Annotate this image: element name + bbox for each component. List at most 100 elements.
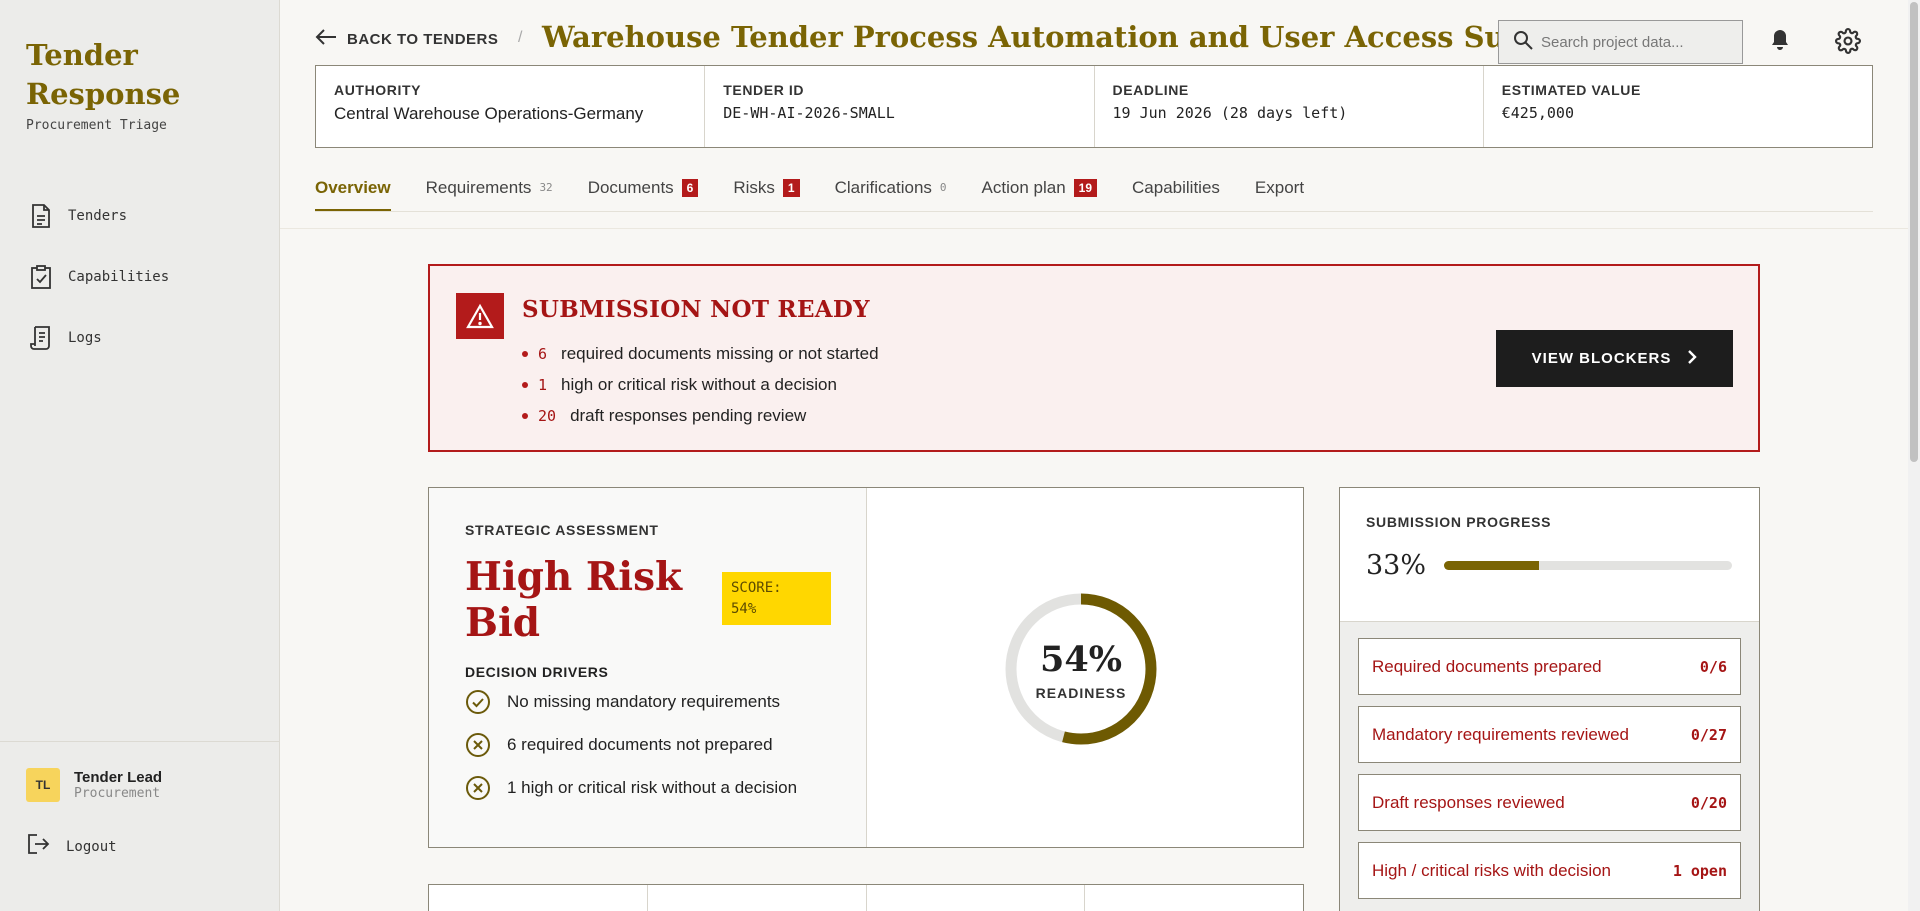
user-profile[interactable]: TL Tender Lead Procurement xyxy=(26,768,254,802)
strategic-assessment-card: STRATEGIC ASSESSMENT High Risk Bid SCORE… xyxy=(428,487,1304,848)
tab-count: 0 xyxy=(939,181,947,194)
meta-label: ESTIMATED VALUE xyxy=(1501,82,1641,98)
sidebar-item-logs[interactable]: Logs xyxy=(26,307,169,368)
progress-percent: 33% xyxy=(1366,550,1427,581)
clipboard-check-icon xyxy=(26,262,56,292)
arrow-left-icon xyxy=(315,28,337,51)
meta-authority: AUTHORITY Central Warehouse Operations-G… xyxy=(316,66,706,147)
chevron-right-icon xyxy=(1687,349,1698,369)
tab-badge: 6 xyxy=(681,179,699,197)
logout-icon xyxy=(26,832,52,861)
assessment-panel: STRATEGIC ASSESSMENT High Risk Bid SCORE… xyxy=(429,488,867,847)
user-name: Tender Lead xyxy=(74,769,163,786)
checklist-label: Required documents prepared xyxy=(1372,656,1602,676)
bullet-icon xyxy=(522,350,528,357)
checklist-value: 0/6 xyxy=(1699,657,1727,676)
tab-label: Action plan xyxy=(981,178,1066,197)
sidebar-item-tenders[interactable]: Tenders xyxy=(26,185,169,246)
driver-item: 6 required documents not prepared xyxy=(465,723,830,766)
back-to-tenders-link[interactable]: BACK TO TENDERS xyxy=(315,28,498,51)
tab-label: Export xyxy=(1254,178,1305,197)
brand-subtitle: Procurement Triage xyxy=(26,118,167,133)
meta-label: AUTHORITY xyxy=(334,82,422,98)
search-input[interactable] xyxy=(1541,33,1731,51)
bell-icon[interactable] xyxy=(1769,28,1791,57)
tab-label: Risks xyxy=(733,178,775,197)
sidebar-item-capabilities[interactable]: Capabilities xyxy=(26,246,169,307)
progress-bar xyxy=(1444,561,1732,570)
header: BACK TO TENDERS / Warehouse Tender Proce… xyxy=(315,18,1875,66)
checklist-label: Draft responses reviewed xyxy=(1372,792,1565,812)
tab-label: Clarifications xyxy=(834,178,932,197)
tab-badge: 1 xyxy=(782,179,800,197)
tab-action-plan[interactable]: Action plan 19 xyxy=(981,170,1098,211)
brand-title-line2: Response xyxy=(26,77,181,111)
logout-label: Logout xyxy=(66,838,117,855)
alert-item-text: high or critical risk without a decision xyxy=(561,374,837,394)
meta-deadline: DEADLINE 19 Jun 2026 (28 days left) xyxy=(1095,66,1484,147)
tab-label: Capabilities xyxy=(1132,178,1220,197)
gear-icon[interactable] xyxy=(1835,28,1861,59)
tab-risks[interactable]: Risks 1 xyxy=(733,170,800,211)
alert-item-count: 6 xyxy=(538,344,548,363)
divider xyxy=(280,228,1920,229)
tender-meta: AUTHORITY Central Warehouse Operations-G… xyxy=(315,65,1873,148)
driver-text: 1 high or critical risk without a decisi… xyxy=(507,777,798,797)
meta-value: €425,000 xyxy=(1501,104,1574,122)
bullet-icon xyxy=(522,412,528,419)
progress-header: SUBMISSION PROGRESS 33% xyxy=(1340,488,1759,622)
checklist-item[interactable]: Mandatory requirements reviewed 0/27 xyxy=(1358,706,1741,763)
checklist-label: High / critical risks with decision xyxy=(1372,860,1612,880)
submission-progress-card: SUBMISSION PROGRESS 33% Required documen… xyxy=(1339,487,1760,911)
metric-cell xyxy=(429,885,648,911)
log-icon xyxy=(26,323,56,353)
tab-label: Overview xyxy=(315,178,391,197)
sidebar-item-label: Tenders xyxy=(68,207,128,224)
section-label: SUBMISSION PROGRESS xyxy=(1366,514,1552,530)
user-role: Procurement xyxy=(74,786,161,801)
avatar: TL xyxy=(26,768,60,802)
readiness-value: 54% xyxy=(1040,639,1122,680)
bullet-icon xyxy=(522,381,528,388)
meta-value: DE-WH-AI-2026-SMALL xyxy=(723,104,895,122)
tab-export[interactable]: Export xyxy=(1255,170,1304,211)
view-blockers-button[interactable]: VIEW BLOCKERS xyxy=(1496,330,1733,387)
score-label: SCORE: xyxy=(731,580,782,596)
meta-label: DEADLINE xyxy=(1112,82,1189,98)
submission-alert: SUBMISSION NOT READY 6 required documents… xyxy=(428,264,1760,452)
alert-item-count: 1 xyxy=(538,375,548,394)
alert-item-text: required documents missing or not starte… xyxy=(561,343,879,363)
progress-bar-fill xyxy=(1444,561,1540,570)
checklist-item[interactable]: Required documents prepared 0/6 xyxy=(1358,638,1741,695)
progress-row: 33% xyxy=(1366,550,1733,581)
score-value: 54% xyxy=(731,601,757,617)
progress-checklist: Required documents prepared 0/6 Mandator… xyxy=(1340,622,1759,911)
metric-cell xyxy=(1085,885,1303,911)
logout-button[interactable]: Logout xyxy=(26,832,254,861)
page-scrollbar[interactable] xyxy=(1908,0,1920,911)
meta-label: TENDER ID xyxy=(723,82,805,98)
alert-list: 6 required documents missing or not start… xyxy=(522,338,879,431)
scrollbar-thumb[interactable] xyxy=(1910,2,1918,462)
alert-title: SUBMISSION NOT READY xyxy=(522,296,870,323)
sidebar-nav: Tenders Capabilities Logs xyxy=(26,185,169,368)
tab-requirements[interactable]: Requirements 32 xyxy=(426,170,553,211)
tab-clarifications[interactable]: Clarifications 0 xyxy=(835,170,947,211)
tab-capabilities[interactable]: Capabilities xyxy=(1132,170,1220,211)
readiness-panel: 54% READINESS xyxy=(867,488,1303,847)
checklist-item[interactable]: High / critical risks with decision 1 op… xyxy=(1358,842,1741,899)
checklist-label: Mandatory requirements reviewed xyxy=(1372,724,1630,744)
search-box xyxy=(1498,20,1743,64)
breadcrumb-separator: / xyxy=(518,29,523,46)
tab-label: Documents xyxy=(587,178,674,197)
checklist-value: 0/27 xyxy=(1690,725,1727,744)
meta-value: 19 Jun 2026 (28 days left) xyxy=(1112,104,1348,122)
metric-cell xyxy=(648,885,867,911)
tab-documents[interactable]: Documents 6 xyxy=(588,170,699,211)
warning-icon xyxy=(456,293,504,339)
sidebar-item-label: Logs xyxy=(68,329,102,346)
checklist-item[interactable]: Draft responses reviewed 0/20 xyxy=(1358,774,1741,831)
brand: Tender Response Procurement Triage xyxy=(26,36,180,133)
tab-overview[interactable]: Overview xyxy=(315,170,391,211)
tab-count: 32 xyxy=(539,181,553,194)
